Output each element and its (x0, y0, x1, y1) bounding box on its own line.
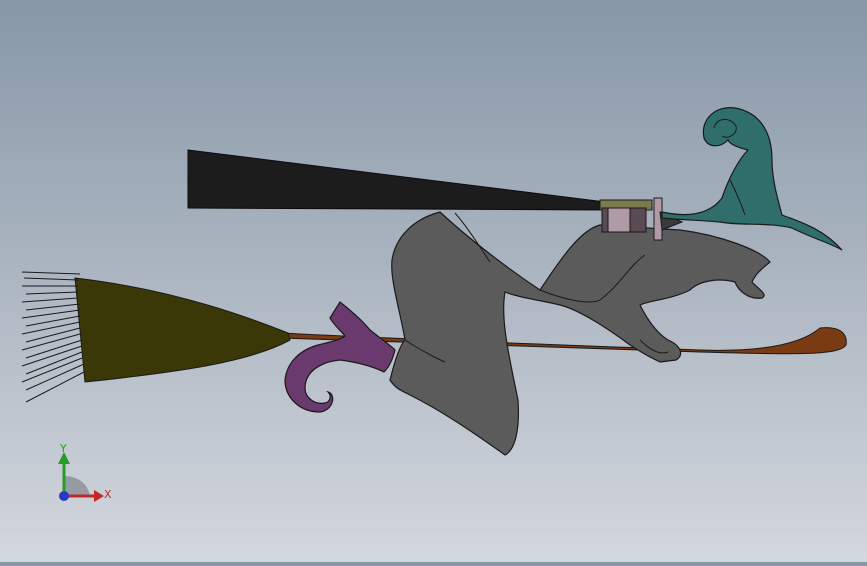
z-axis-origin (59, 491, 69, 501)
witch-boot[interactable] (284, 301, 396, 413)
triad-drawing: Y X (58, 442, 112, 502)
graphics-viewport[interactable] (0, 0, 867, 562)
bristle-strands (21, 271, 85, 403)
witch-hat[interactable] (661, 107, 843, 251)
witch-body[interactable] (389, 211, 771, 456)
model-drawing[interactable] (0, 0, 867, 562)
broom-bristles[interactable] (74, 277, 291, 383)
witch-scarf[interactable] (187, 149, 606, 211)
x-axis-label: X (104, 488, 112, 501)
buckle-center (607, 207, 631, 233)
coordinate-triad: Y X (40, 440, 120, 510)
x-axis-arrow (94, 490, 104, 502)
y-axis-label: Y (59, 442, 67, 455)
